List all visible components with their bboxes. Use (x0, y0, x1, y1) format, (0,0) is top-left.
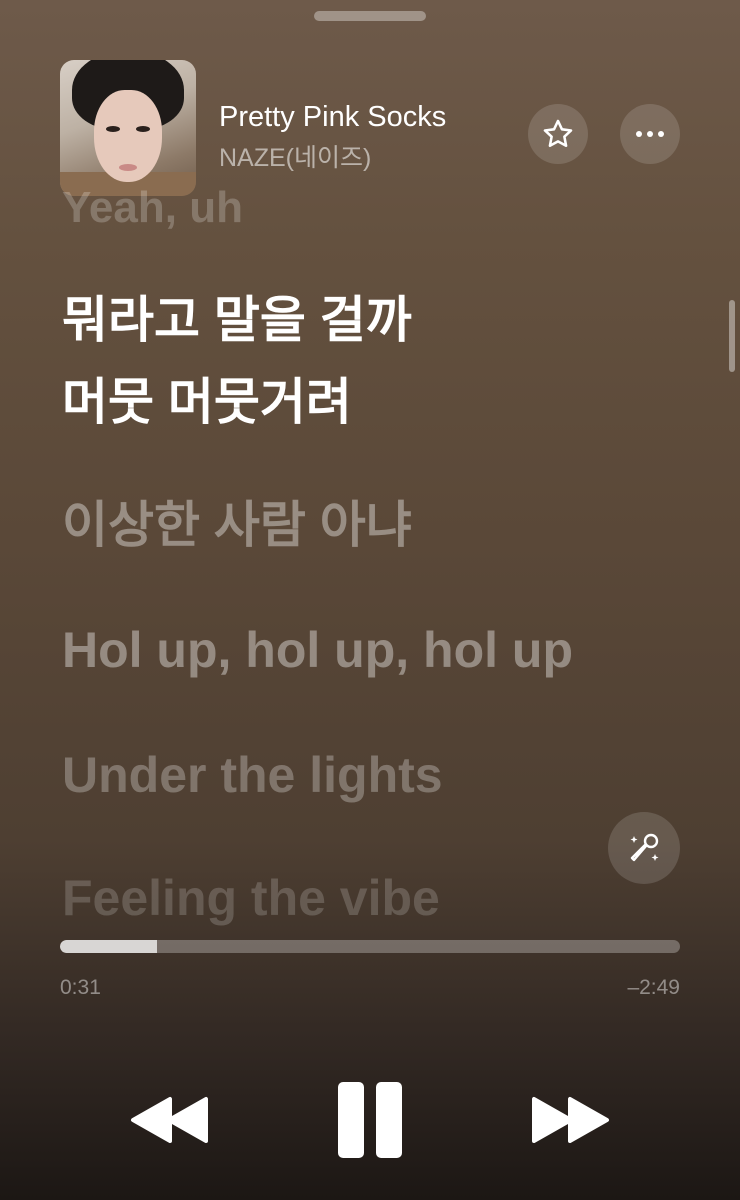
lyric-line[interactable]: 이상한 사람 아냐 (62, 495, 412, 555)
favorite-button[interactable] (528, 104, 588, 164)
elapsed-time: 0:31 (60, 976, 101, 999)
lyric-line-previous[interactable]: Yeah, uh (62, 190, 243, 230)
playback-progress-fill (60, 940, 157, 953)
star-icon (543, 119, 573, 148)
remaining-time: –2:49 (627, 976, 680, 999)
album-artwork[interactable] (60, 60, 196, 196)
ellipsis-icon (636, 131, 664, 137)
rewind-button[interactable] (128, 1090, 212, 1150)
more-options-button[interactable] (620, 104, 680, 164)
fast-forward-button[interactable] (528, 1090, 612, 1150)
microphone-sparkle-icon (630, 833, 659, 862)
lyrics-scrollbar[interactable] (729, 300, 735, 372)
track-artist[interactable]: NAZE(네이즈) (219, 138, 371, 174)
pause-icon (332, 1082, 408, 1158)
track-title: Pretty Pink Socks (219, 101, 447, 133)
sheet-grabber[interactable] (314, 11, 426, 21)
lyric-line-current[interactable]: 뭐라고 말을 걸까 (62, 290, 412, 350)
lyric-line[interactable]: Feeling the vibe (62, 868, 440, 928)
rewind-icon (131, 1097, 208, 1143)
lyric-line[interactable]: Under the lights (62, 745, 443, 805)
sing-mode-button[interactable] (608, 812, 680, 884)
pause-button[interactable] (330, 1078, 410, 1162)
lyric-line[interactable]: Hol up, hol up, hol up (62, 620, 573, 680)
lyric-line-current-continued[interactable]: 머뭇 머뭇거려 (62, 372, 352, 432)
fast-forward-icon (532, 1097, 609, 1143)
playback-scrubber[interactable] (60, 940, 680, 953)
